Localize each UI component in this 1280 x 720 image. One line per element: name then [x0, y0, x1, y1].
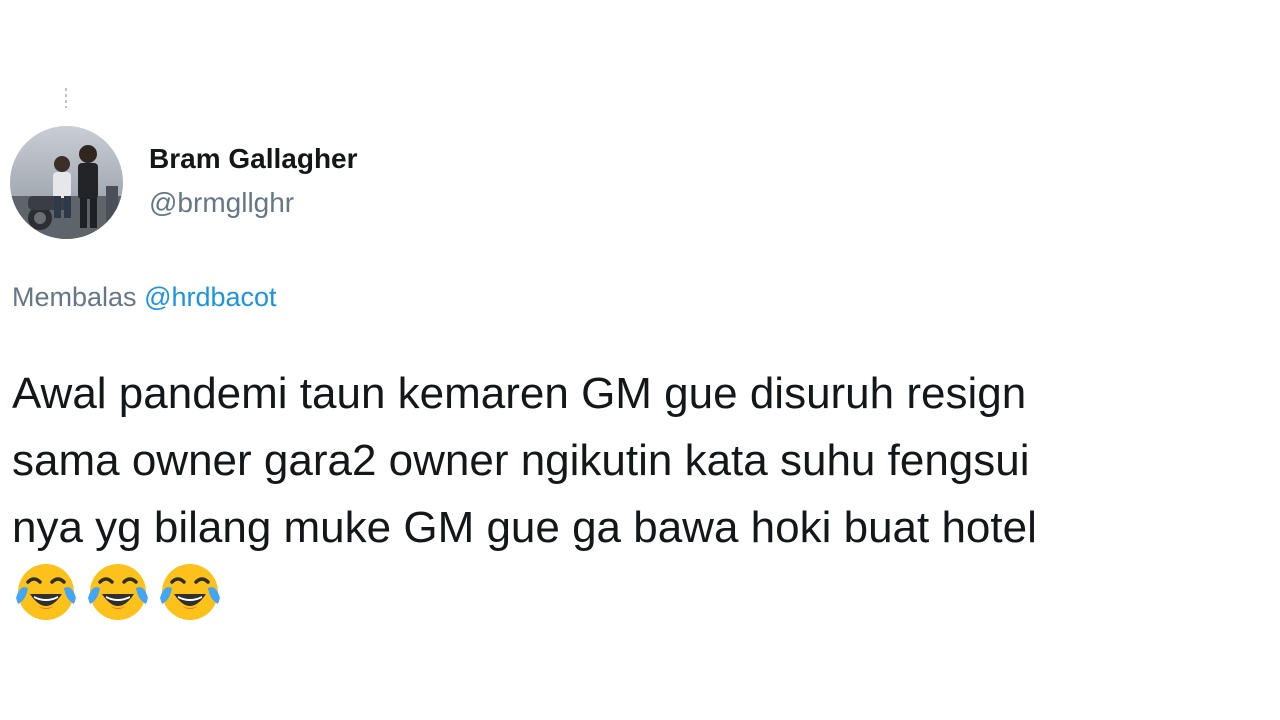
face-with-tears-of-joy-icon	[16, 564, 76, 620]
author-display-name[interactable]: Bram Gallagher	[149, 143, 358, 175]
tweet-body: Awal pandemi taun kemaren GM gue disuruh…	[12, 360, 1272, 561]
reply-mention-link[interactable]: @hrdbacot	[144, 282, 276, 312]
reply-context: Membalas @hrdbacot	[12, 282, 277, 313]
thread-connector-line	[65, 88, 67, 108]
tweet-text-line: nya yg bilang muke GM gue ga bawa hoki b…	[12, 503, 1037, 552]
face-with-tears-of-joy-icon	[88, 564, 148, 620]
author-handle[interactable]: @brmgllghr	[149, 187, 294, 219]
avatar[interactable]	[10, 126, 123, 239]
reply-prefix: Membalas	[12, 282, 137, 312]
tweet-text-line: Awal pandemi taun kemaren GM gue disuruh…	[12, 369, 1027, 418]
tweet-text-line: sama owner gara2 owner ngikutin kata suh…	[12, 436, 1030, 485]
face-with-tears-of-joy-icon	[160, 564, 220, 620]
emoji-row	[14, 560, 222, 624]
tweet-card: Bram Gallagher @brmgllghr Membalas @hrdb…	[0, 0, 1280, 720]
